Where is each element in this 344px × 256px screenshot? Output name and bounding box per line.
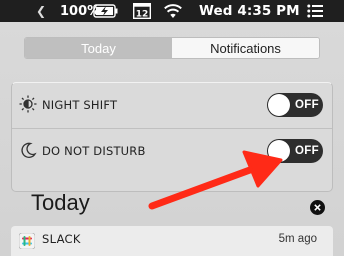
do-not-disturb-toggle[interactable]: OFF (267, 139, 323, 163)
night-shift-toggle[interactable]: OFF (267, 93, 323, 117)
slack-notification[interactable]: SLACK 5m ago (11, 226, 333, 256)
toggles-group: NIGHT SHIFT OFF DO NOT DISTURB OFF (11, 82, 333, 192)
today-heading: Today (31, 190, 90, 215)
menu-bar: ❮ 100% 12 Wed 4:35 PM (0, 0, 344, 22)
toggle-knob (268, 140, 290, 162)
battery-charging-icon[interactable] (93, 0, 119, 22)
moon-icon (18, 140, 38, 160)
notification-center-icon[interactable] (307, 0, 323, 22)
menu-clock[interactable]: Wed 4:35 PM (199, 0, 300, 22)
toggle-state: OFF (295, 145, 319, 157)
toggle-state: OFF (295, 99, 319, 111)
segmented-tabs: Today Notifications (24, 37, 320, 59)
notification-center-panel: Today Notifications NIGHT SHIFT OFF DO N… (0, 22, 344, 256)
night-shift-label: NIGHT SHIFT (42, 98, 118, 112)
slack-icon (18, 232, 36, 250)
notification-app-name: SLACK (42, 232, 81, 246)
chevron-left-icon[interactable]: ❮ (36, 0, 46, 22)
tab-notifications[interactable]: Notifications (172, 38, 319, 58)
toggle-knob (268, 94, 290, 116)
night-shift-row: NIGHT SHIFT OFF (12, 83, 332, 127)
night-shift-icon (18, 94, 38, 114)
do-not-disturb-row: DO NOT DISTURB OFF (12, 128, 332, 172)
wifi-icon[interactable] (163, 0, 183, 22)
calendar-day: 12 (136, 9, 149, 19)
close-icon[interactable] (310, 200, 325, 215)
tab-today[interactable]: Today (25, 38, 172, 58)
do-not-disturb-label: DO NOT DISTURB (42, 144, 146, 158)
calendar-icon[interactable]: 12 (133, 0, 151, 22)
notification-time: 5m ago (278, 233, 317, 245)
